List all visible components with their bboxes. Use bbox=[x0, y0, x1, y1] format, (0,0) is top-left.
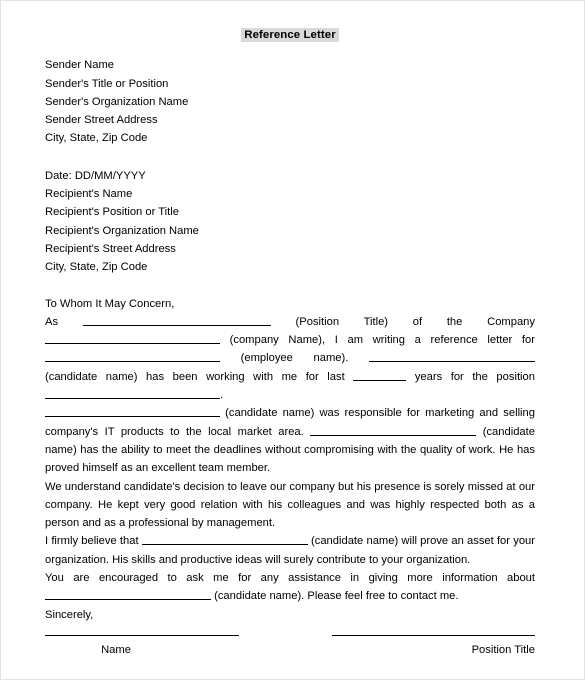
sender-city-state-zip: City, State, Zip Code bbox=[45, 132, 148, 145]
salutation: To Whom It May Concern, bbox=[45, 297, 175, 310]
recipient-street-address: Recipient's Street Address bbox=[45, 242, 176, 255]
recipient-address-block: Date: DD/MM/YYYY Recipient's Name Recipi… bbox=[45, 167, 535, 277]
p1-text-7: . bbox=[220, 389, 224, 402]
recipient-organization: Recipient's Organization Name bbox=[45, 224, 199, 237]
signature-position-rule[interactable] bbox=[332, 634, 535, 636]
document-page: Reference Letter Sender Name Sender's Ti… bbox=[0, 0, 585, 680]
paragraph-5: You are encouraged to ask me for any ass… bbox=[45, 569, 535, 606]
p1-text-1: As bbox=[45, 315, 83, 328]
spacer-before-salutation bbox=[45, 277, 535, 295]
signature-name-column: Name bbox=[45, 634, 239, 659]
recipient-name: Recipient's Name bbox=[45, 188, 133, 201]
p4-text-1: I firmly believe that bbox=[45, 535, 142, 548]
paragraph-2: (candidate name) was responsible for mar… bbox=[45, 404, 535, 477]
sender-name: Sender Name bbox=[45, 59, 115, 72]
blank-candidate-name-5[interactable] bbox=[45, 588, 211, 601]
p1-text-3: (company Name), I am writing a reference… bbox=[220, 334, 535, 347]
signature-position-column: Position Title bbox=[332, 634, 535, 659]
blank-candidate-name-4[interactable] bbox=[141, 533, 308, 546]
p1-text-5: (candidate name) has been working with m… bbox=[45, 370, 354, 383]
spacer-before-recipient bbox=[45, 148, 535, 167]
document-title: Reference Letter bbox=[45, 26, 535, 44]
blank-candidate-name-3[interactable] bbox=[310, 424, 477, 436]
p1-text-2: (Position Title) of the Company bbox=[270, 315, 535, 328]
spacer-before-sender bbox=[45, 44, 535, 56]
blank-position-title[interactable] bbox=[82, 314, 271, 326]
blank-company-name[interactable] bbox=[45, 332, 220, 345]
p1-text-4: (employee name). bbox=[220, 352, 369, 365]
blank-candidate-name-1[interactable] bbox=[369, 350, 535, 363]
letter-body: Reference Letter Sender Name Sender's Ti… bbox=[45, 1, 535, 675]
signature-name-rule[interactable] bbox=[45, 634, 239, 636]
blank-candidate-name-2[interactable] bbox=[45, 405, 220, 418]
closing: Sincerely, bbox=[45, 608, 94, 621]
recipient-position: Recipient's Position or Title bbox=[45, 206, 179, 219]
p5-text-2: (candidate name). Please feel free to co… bbox=[211, 590, 459, 603]
sender-address-block: Sender Name Sender's Title or Position S… bbox=[45, 56, 535, 147]
letter-date: Date: DD/MM/YYYY bbox=[45, 169, 146, 182]
recipient-city-state-zip: City, State, Zip Code bbox=[45, 261, 148, 274]
p1-text-6: years for the position bbox=[406, 370, 535, 383]
p5-text-1: You are encouraged to ask me for any ass… bbox=[45, 572, 535, 585]
sender-street-address: Sender Street Address bbox=[45, 114, 158, 127]
signature-area: Name Position Title bbox=[45, 634, 535, 675]
paragraph-1: As (Position Title) of the Company (comp… bbox=[45, 313, 535, 404]
signature-name-label: Name bbox=[101, 643, 131, 656]
blank-years[interactable] bbox=[353, 369, 407, 381]
signature-position-label: Position Title bbox=[471, 643, 535, 656]
document-title-text: Reference Letter bbox=[241, 28, 339, 42]
blank-employee-name[interactable] bbox=[45, 350, 220, 363]
paragraph-3: We understand candidate's decision to le… bbox=[45, 480, 535, 530]
paragraph-4: I firmly believe that (candidate name) w… bbox=[45, 532, 535, 569]
sender-title: Sender's Title or Position bbox=[45, 77, 169, 90]
blank-position[interactable] bbox=[45, 387, 220, 400]
sender-organization: Sender's Organization Name bbox=[45, 95, 189, 108]
